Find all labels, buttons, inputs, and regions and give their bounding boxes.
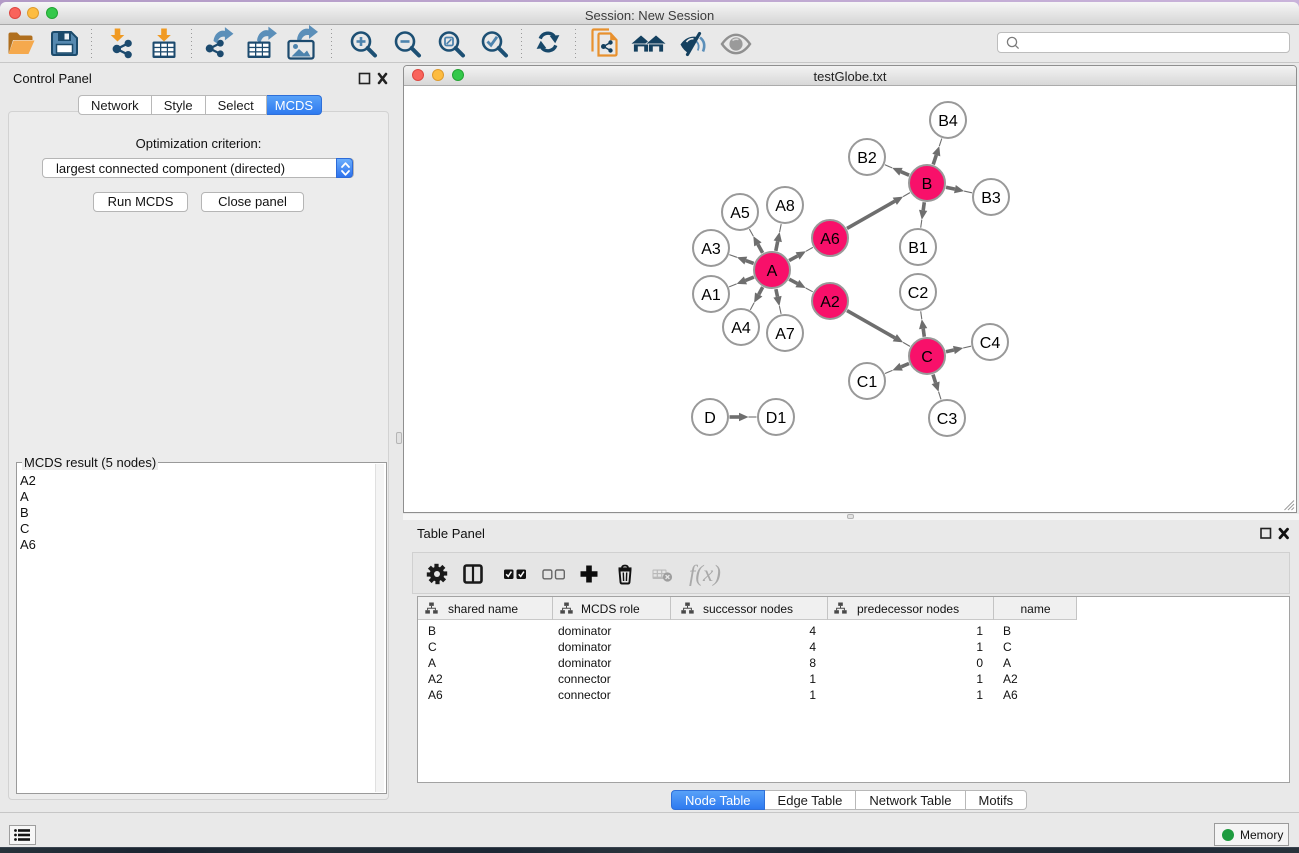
svg-text:C3: C3 (937, 411, 958, 428)
svg-text:A5: A5 (730, 205, 750, 222)
svg-text:A2: A2 (820, 294, 840, 311)
svg-text:f(x): f(x) (689, 561, 721, 586)
svg-text:D1: D1 (766, 410, 787, 427)
svg-text:C: C (921, 349, 933, 366)
svg-text:A: A (767, 263, 778, 280)
svg-text:B3: B3 (981, 190, 1001, 207)
svg-text:C2: C2 (908, 285, 929, 302)
svg-text:A8: A8 (775, 198, 795, 215)
svg-text:D: D (704, 410, 716, 427)
svg-text:A7: A7 (775, 326, 795, 343)
svg-text:C1: C1 (857, 374, 878, 391)
svg-text:A1: A1 (701, 287, 721, 304)
svg-text:B4: B4 (938, 113, 958, 130)
svg-text:A4: A4 (731, 320, 751, 337)
svg-text:C4: C4 (980, 335, 1001, 352)
svg-text:A6: A6 (820, 231, 840, 248)
svg-text:B: B (922, 176, 933, 193)
svg-text:B2: B2 (857, 150, 877, 167)
svg-text:A3: A3 (701, 241, 721, 258)
svg-text:B1: B1 (908, 240, 928, 257)
